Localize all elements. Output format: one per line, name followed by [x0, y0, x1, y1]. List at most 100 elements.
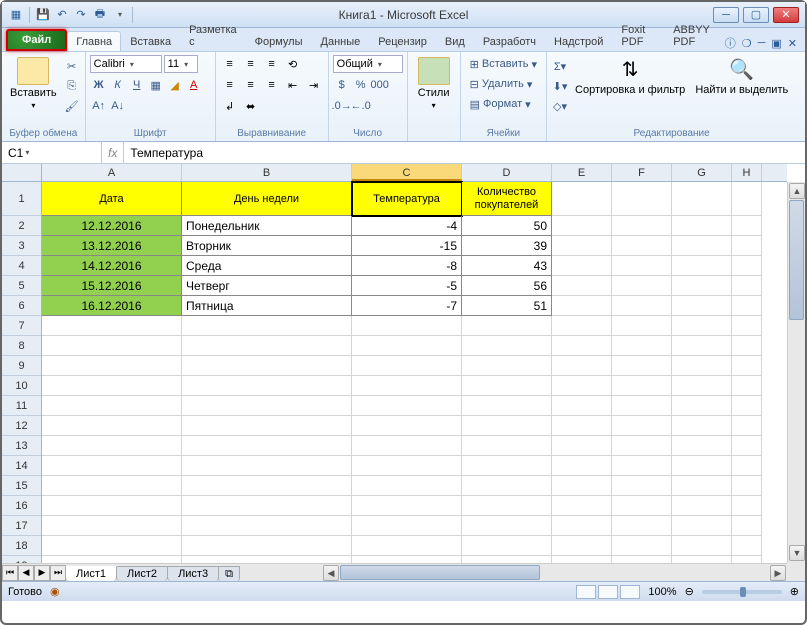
empty-cell[interactable] [612, 396, 672, 416]
row-header-10[interactable]: 10 [2, 376, 41, 396]
data-cell[interactable] [672, 276, 732, 296]
undo-icon[interactable]: ↶ [54, 7, 70, 23]
font-color-button[interactable]: A [185, 76, 203, 94]
underline-button[interactable]: Ч [128, 76, 146, 94]
data-cell[interactable]: 56 [462, 276, 552, 296]
orientation-button[interactable]: ⟲ [283, 55, 303, 73]
data-cell[interactable] [672, 256, 732, 276]
row-header-13[interactable]: 13 [2, 436, 41, 456]
paste-button[interactable]: Вставить ▾ [6, 55, 61, 112]
header-cell[interactable]: Количество покупателей [462, 182, 552, 216]
empty-cell[interactable] [552, 516, 612, 536]
header-cell[interactable]: День недели [182, 182, 352, 216]
zoom-in-button[interactable]: ⊕ [790, 585, 799, 598]
empty-cell[interactable] [462, 336, 552, 356]
data-cell[interactable]: -15 [352, 236, 462, 256]
macro-record-icon[interactable]: ◉ [50, 585, 60, 598]
empty-cell[interactable] [42, 356, 182, 376]
view-pagebreak-button[interactable] [620, 585, 640, 599]
font-size-select[interactable]: 11 [164, 55, 198, 73]
empty-cell[interactable] [672, 416, 732, 436]
grow-font-button[interactable]: A↑ [90, 97, 108, 115]
empty-cell[interactable] [462, 436, 552, 456]
doc-minimize-icon[interactable]: ─ [758, 37, 766, 49]
empty-cell[interactable] [552, 476, 612, 496]
row-header-2[interactable]: 2 [2, 216, 41, 236]
data-cell[interactable] [732, 216, 762, 236]
data-cell[interactable] [672, 216, 732, 236]
tab-data[interactable]: Данные [312, 31, 370, 51]
data-cell[interactable] [612, 236, 672, 256]
new-sheet-button[interactable]: ⧉ [218, 566, 240, 582]
data-cell[interactable]: 39 [462, 236, 552, 256]
tab-abbyy[interactable]: ABBYY PDF [664, 19, 725, 51]
row-header-14[interactable]: 14 [2, 456, 41, 476]
empty-cell[interactable] [182, 516, 352, 536]
scroll-down-button[interactable]: ▼ [789, 545, 805, 561]
empty-cell[interactable] [552, 456, 612, 476]
help-icon[interactable]: ❍ [742, 37, 752, 50]
empty-cell[interactable] [352, 456, 462, 476]
empty-cell[interactable] [672, 356, 732, 376]
fill-color-button[interactable]: ◢ [166, 76, 184, 94]
data-cell[interactable] [612, 256, 672, 276]
tab-insert[interactable]: Вставка [121, 31, 180, 51]
data-cell[interactable] [732, 296, 762, 316]
formula-input[interactable]: Температура [124, 142, 805, 163]
empty-cell[interactable] [732, 396, 762, 416]
empty-cell[interactable] [672, 396, 732, 416]
align-right-button[interactable]: ≡ [262, 76, 282, 94]
data-cell[interactable] [732, 236, 762, 256]
empty-cell[interactable] [352, 516, 462, 536]
empty-cell[interactable] [612, 416, 672, 436]
row-header-8[interactable]: 8 [2, 336, 41, 356]
zoom-slider[interactable] [702, 590, 782, 594]
data-cell[interactable] [552, 296, 612, 316]
row-header-16[interactable]: 16 [2, 496, 41, 516]
data-cell[interactable] [732, 256, 762, 276]
fill-button[interactable]: ⬇▾ [551, 77, 569, 95]
empty-cell[interactable] [612, 456, 672, 476]
empty-cell[interactable] [732, 356, 762, 376]
doc-close-icon[interactable]: ✕ [788, 37, 797, 50]
data-cell[interactable]: 15.12.2016 [42, 276, 182, 296]
header-cell[interactable] [612, 182, 672, 216]
empty-cell[interactable] [612, 336, 672, 356]
qat-more-icon[interactable] [111, 7, 127, 23]
merge-button[interactable]: ⬌ [241, 97, 261, 115]
vertical-scrollbar[interactable]: ▲ ▼ [787, 182, 805, 563]
empty-cell[interactable] [462, 356, 552, 376]
sort-filter-button[interactable]: ⇅ Сортировка и фильтр [571, 55, 689, 98]
empty-cell[interactable] [612, 476, 672, 496]
tab-developer[interactable]: Разработч [474, 31, 545, 51]
delete-cells-button[interactable]: ⊟ Удалить ▾ [465, 75, 538, 93]
empty-cell[interactable] [672, 436, 732, 456]
sheet-nav-prev[interactable]: ◀ [18, 565, 34, 581]
empty-cell[interactable] [552, 496, 612, 516]
empty-cell[interactable] [462, 476, 552, 496]
col-header-C[interactable]: C [352, 164, 462, 181]
empty-cell[interactable] [42, 336, 182, 356]
empty-cell[interactable] [552, 356, 612, 376]
empty-cell[interactable] [732, 336, 762, 356]
col-header-H[interactable]: H [732, 164, 762, 181]
view-layout-button[interactable] [598, 585, 618, 599]
row-header-4[interactable]: 4 [2, 256, 41, 276]
data-cell[interactable]: 13.12.2016 [42, 236, 182, 256]
row-header-5[interactable]: 5 [2, 276, 41, 296]
cut-button[interactable]: ✂ [63, 57, 81, 75]
data-cell[interactable]: 16.12.2016 [42, 296, 182, 316]
empty-cell[interactable] [462, 396, 552, 416]
empty-cell[interactable] [612, 536, 672, 556]
empty-cell[interactable] [462, 516, 552, 536]
comma-button[interactable]: 000 [371, 76, 389, 94]
col-header-B[interactable]: B [182, 164, 352, 181]
clear-button[interactable]: ◇▾ [551, 97, 569, 115]
row-header-1[interactable]: 1 [2, 182, 41, 216]
indent-inc-button[interactable]: ⇥ [304, 76, 324, 94]
empty-cell[interactable] [42, 536, 182, 556]
currency-button[interactable]: $ [333, 76, 351, 94]
maximize-button[interactable]: ▢ [743, 7, 769, 23]
scroll-h-thumb[interactable] [340, 565, 540, 580]
row-header-11[interactable]: 11 [2, 396, 41, 416]
